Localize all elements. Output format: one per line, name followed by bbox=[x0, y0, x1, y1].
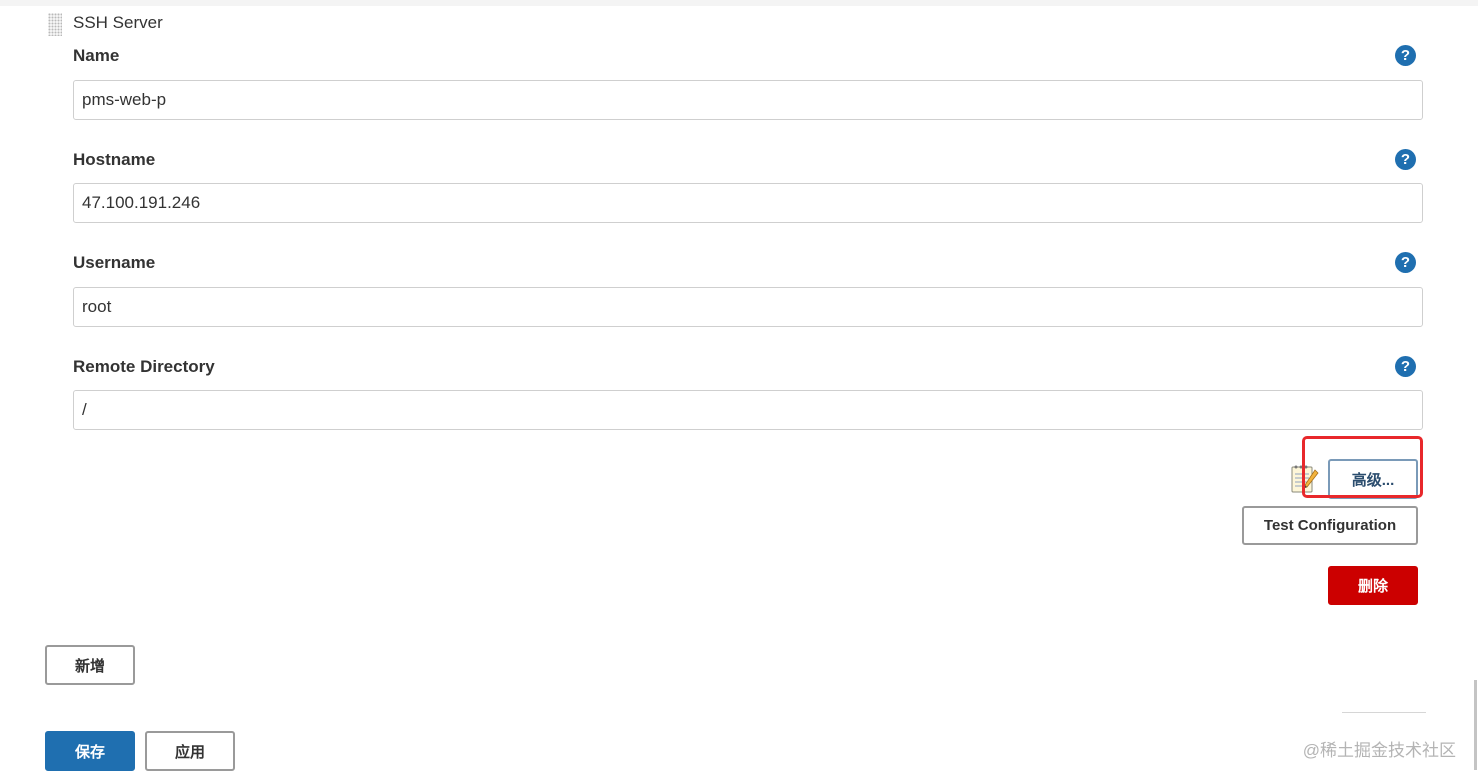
name-input[interactable] bbox=[73, 80, 1423, 120]
divider bbox=[1342, 712, 1426, 713]
remote-directory-input[interactable] bbox=[73, 390, 1423, 430]
add-button[interactable]: 新增 bbox=[45, 645, 135, 685]
save-button[interactable]: 保存 bbox=[45, 731, 135, 771]
scrollbar[interactable] bbox=[1474, 680, 1477, 770]
username-help-icon[interactable]: ? bbox=[1395, 252, 1416, 273]
hostname-label: Hostname bbox=[73, 150, 156, 169]
delete-button[interactable]: 删除 bbox=[1328, 566, 1418, 605]
apply-button[interactable]: 应用 bbox=[145, 731, 235, 771]
name-help-icon[interactable]: ? bbox=[1395, 45, 1416, 66]
username-input[interactable] bbox=[73, 287, 1423, 327]
hostname-help-icon[interactable]: ? bbox=[1395, 149, 1416, 170]
section-title: SSH Server bbox=[73, 13, 163, 32]
name-label: Name bbox=[73, 46, 120, 65]
username-label: Username bbox=[73, 253, 156, 272]
watermark: @稀土掘金技术社区 bbox=[1302, 741, 1456, 760]
remote-directory-help-icon[interactable]: ? bbox=[1395, 356, 1416, 377]
advanced-button[interactable]: 高级... bbox=[1328, 459, 1418, 499]
remote-directory-label: Remote Directory bbox=[73, 357, 215, 376]
test-configuration-button[interactable]: Test Configuration bbox=[1242, 506, 1418, 545]
drag-handle-icon[interactable] bbox=[48, 13, 62, 36]
hostname-input[interactable] bbox=[73, 183, 1423, 223]
top-strip bbox=[0, 0, 1478, 6]
notepad-icon bbox=[1291, 465, 1319, 493]
